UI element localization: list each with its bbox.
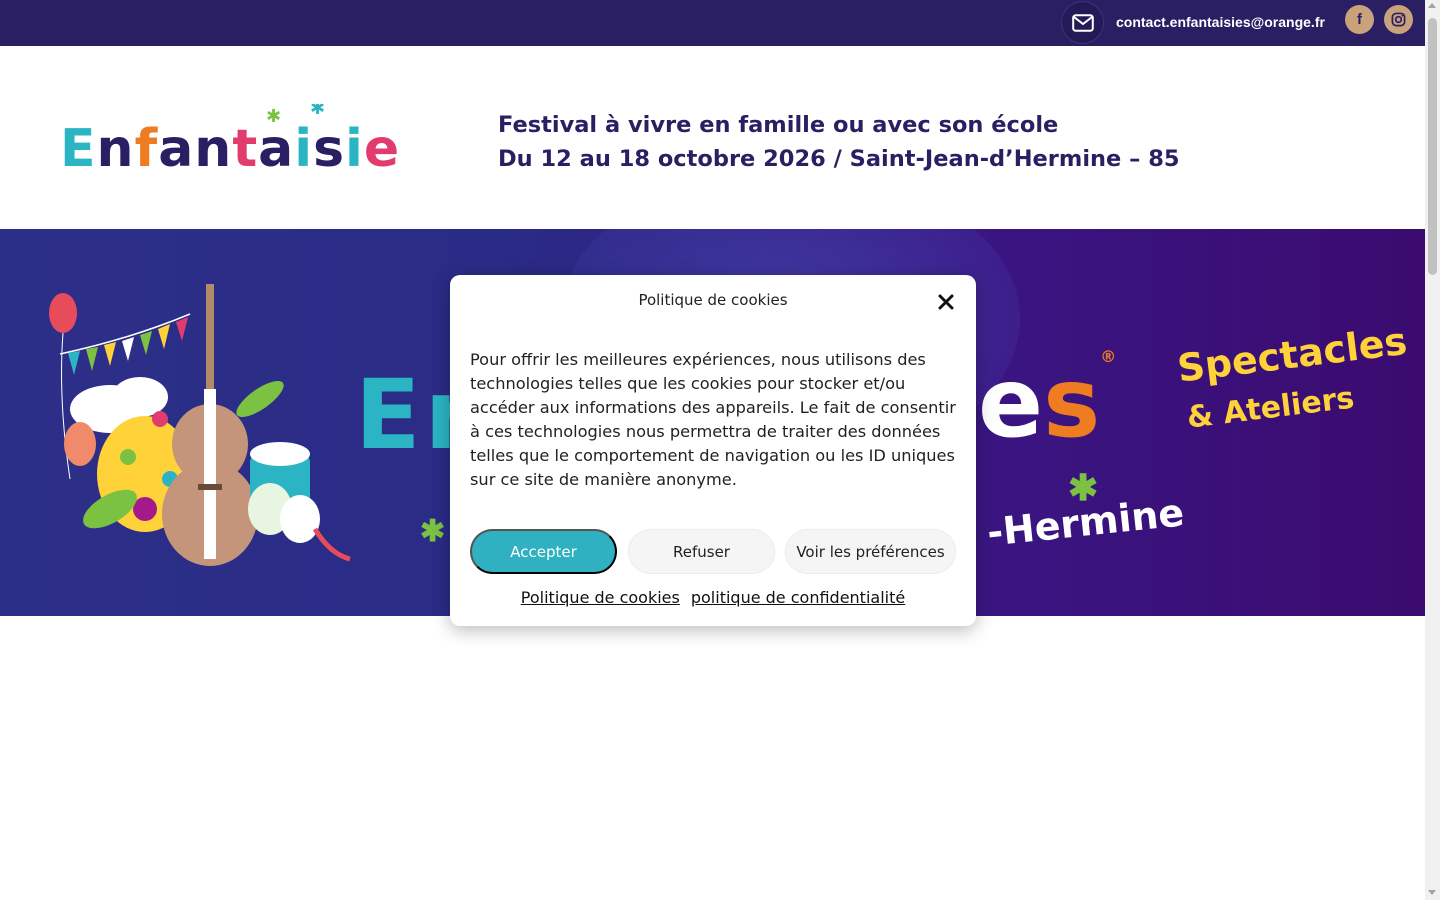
refuse-button[interactable]: Refuser bbox=[628, 529, 775, 574]
scroll-down-arrow-icon[interactable] bbox=[1428, 890, 1436, 895]
site-logo[interactable]: Enfantaisies ✱ ✱ bbox=[60, 98, 431, 180]
contact-email-link[interactable]: contact.enfantaisies@orange.fr bbox=[1116, 14, 1325, 30]
tagline-line-1: Festival à vivre en famille ou avec son … bbox=[498, 112, 1059, 138]
registered-mark: ® bbox=[1100, 347, 1117, 366]
star-decoration: ✱ bbox=[420, 515, 446, 548]
cookie-dialog-text: Pour offrir les meilleures expériences, … bbox=[470, 350, 956, 489]
cookie-consent-dialog: Politique de cookies Pour offrir les mei… bbox=[450, 275, 976, 626]
cookie-policy-link[interactable]: Politique de cookies bbox=[521, 588, 680, 607]
privacy-policy-link[interactable]: politique de confidentialité bbox=[691, 588, 905, 607]
svg-text:✱: ✱ bbox=[310, 104, 325, 119]
instagram-icon[interactable] bbox=[1384, 5, 1413, 34]
envelope-icon[interactable] bbox=[1061, 1, 1104, 44]
banner-title-end-wrap: es® bbox=[978, 347, 1116, 459]
festival-tagline: Festival à vivre en famille ou avec son … bbox=[498, 108, 1180, 176]
cookie-dialog-title: Politique de cookies bbox=[638, 291, 788, 309]
svg-text:✱: ✱ bbox=[266, 106, 281, 127]
banner-spectacles: Spectacles bbox=[1175, 318, 1410, 391]
facebook-icon[interactable]: f bbox=[1345, 5, 1374, 34]
page: contact.enfantaisies@orange.fr f Enfanta… bbox=[0, 0, 1440, 900]
svg-text:Enfantaisies: Enfantaisies bbox=[60, 119, 400, 179]
scroll-up-arrow-icon[interactable] bbox=[1428, 3, 1436, 8]
banner-ateliers: & Ateliers bbox=[1185, 380, 1357, 436]
banner-title-end-e: e bbox=[978, 347, 1044, 459]
scrollbar-thumb[interactable] bbox=[1428, 18, 1437, 275]
page-scrollbar[interactable] bbox=[1425, 0, 1440, 900]
banner-title-end-s: s bbox=[1043, 347, 1101, 459]
site-header: Enfantaisies ✱ ✱ Festival à vivre en fam… bbox=[0, 46, 1425, 229]
close-icon[interactable] bbox=[936, 292, 956, 312]
star-decoration: ✱ bbox=[1068, 467, 1099, 508]
cookie-policy-links: Politique de cookies politique de confid… bbox=[450, 588, 976, 607]
accept-button[interactable]: Accepter bbox=[470, 529, 617, 574]
top-bar: contact.enfantaisies@orange.fr f bbox=[0, 0, 1425, 46]
festival-illustration bbox=[49, 284, 351, 566]
tagline-line-2: Du 12 au 18 octobre 2026 / Saint-Jean-d’… bbox=[498, 146, 1180, 172]
view-preferences-button[interactable]: Voir les préférences bbox=[785, 529, 956, 574]
